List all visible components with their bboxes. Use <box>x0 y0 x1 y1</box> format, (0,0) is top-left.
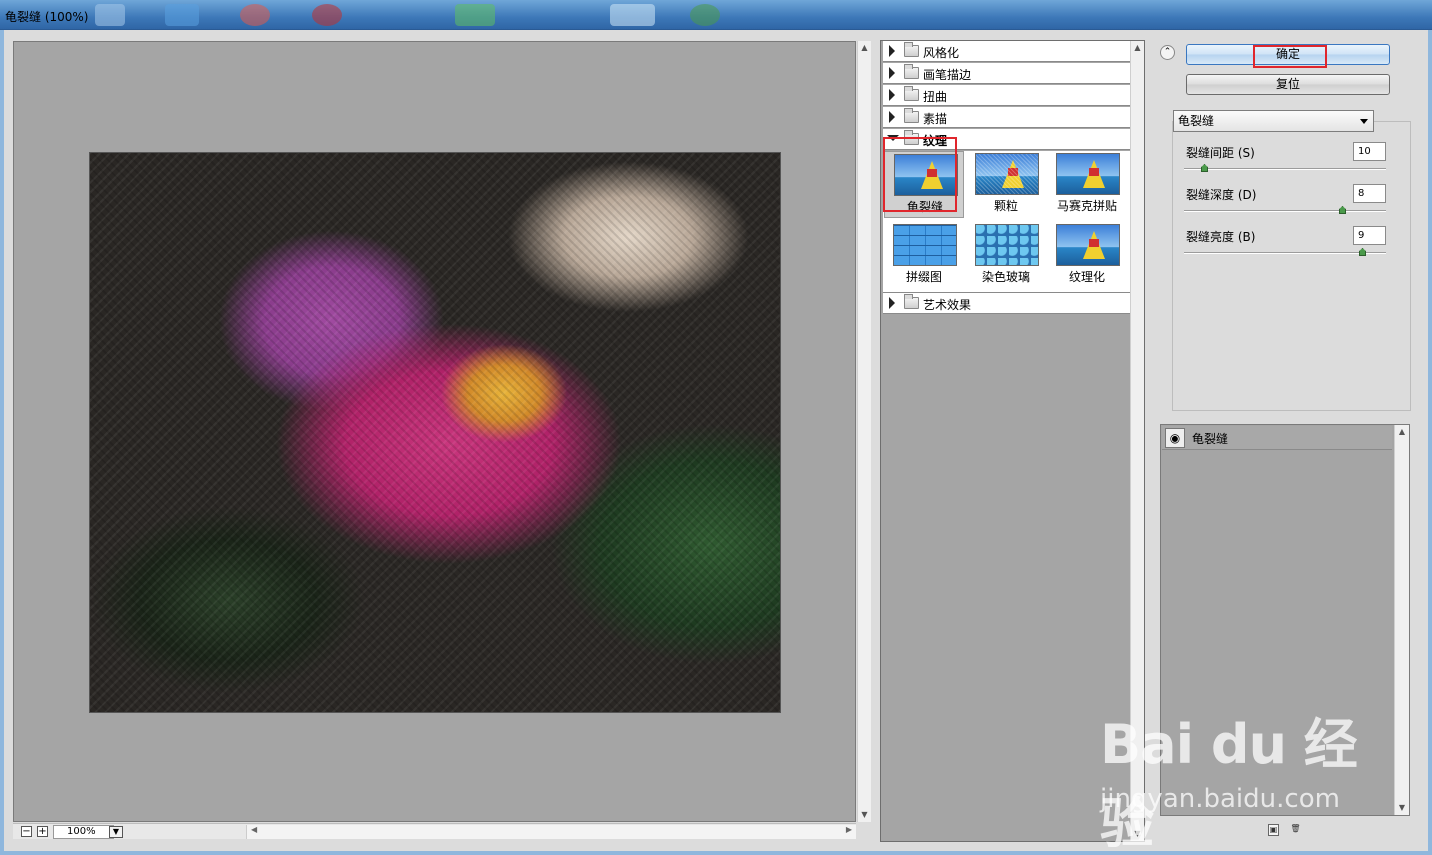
eye-icon[interactable]: ◉ <box>1165 428 1185 448</box>
category-stylize[interactable]: 风格化 <box>883 41 1130 62</box>
param-label-crack-spacing: 裂缝间距 (S) <box>1186 146 1255 160</box>
category-artistic[interactable]: 艺术效果 <box>883 293 1130 314</box>
taskbar-icon <box>165 4 199 26</box>
filter-options-panel <box>1172 121 1411 411</box>
effect-layer-row[interactable]: ◉ 龟裂缝 <box>1162 426 1392 450</box>
filter-select[interactable]: 龟裂缝 <box>1173 110 1374 132</box>
category-label: 素描 <box>923 112 948 126</box>
thumb-label: 染色玻璃 <box>981 270 1030 284</box>
thumb-stained-glass[interactable]: 染色玻璃 <box>966 222 1046 289</box>
baidu-watermark: Bai du 经验 jingyan.baidu.com <box>1100 700 1400 855</box>
thumbnail-image <box>1056 224 1120 266</box>
folder-icon <box>904 64 919 79</box>
folder-icon <box>904 86 919 101</box>
thumbnail-image <box>975 224 1039 266</box>
thumb-mosaic-tiles[interactable]: 马赛克拼贴 <box>1047 151 1127 218</box>
scroll-up-arrow-icon[interactable]: ▲ <box>1131 41 1144 55</box>
title-bar: 龟裂缝 (100%) <box>0 0 1432 30</box>
window-title: 龟裂缝 (100%) <box>5 10 89 24</box>
zoom-out-button[interactable]: − <box>21 826 32 837</box>
highlight-box <box>883 137 957 212</box>
preview-vertical-scrollbar[interactable]: ▲ ▼ <box>857 41 871 822</box>
thumb-grain[interactable]: 颗粒 <box>966 151 1046 218</box>
taskbar-icon <box>690 4 720 26</box>
taskbar-icon <box>240 4 270 26</box>
taskbar-icon <box>95 4 125 26</box>
thumb-label: 纹理化 <box>1068 270 1105 284</box>
thumb-patchwork[interactable]: 拼缀图 <box>884 222 964 289</box>
effect-layer-name: 龟裂缝 <box>1192 432 1229 446</box>
thumb-label: 马赛克拼贴 <box>1056 199 1117 213</box>
crack-depth-input[interactable]: 8 <box>1353 184 1386 203</box>
filter-select-value: 龟裂缝 <box>1178 114 1215 128</box>
expand-arrow-icon[interactable] <box>889 297 895 309</box>
crack-spacing-input[interactable]: 10 <box>1353 142 1386 161</box>
reset-button[interactable]: 复位 <box>1186 74 1390 95</box>
expand-arrow-icon[interactable] <box>889 89 895 101</box>
category-sketch[interactable]: 素描 <box>883 107 1130 128</box>
preview-canvas[interactable] <box>13 41 856 822</box>
scroll-down-arrow-icon[interactable]: ▼ <box>858 808 871 822</box>
zoom-bar: − + 100% ▼ ◀ ▶ <box>13 823 856 839</box>
expand-arrow-icon[interactable] <box>889 67 895 79</box>
taskbar-icon <box>610 4 655 26</box>
folder-icon <box>904 42 919 57</box>
param-label-crack-depth: 裂缝深度 (D) <box>1186 188 1257 202</box>
thumb-label: 颗粒 <box>993 199 1018 213</box>
scroll-left-arrow-icon[interactable]: ◀ <box>251 825 257 834</box>
category-distort[interactable]: 扭曲 <box>883 85 1130 106</box>
expand-arrow-icon[interactable] <box>889 111 895 123</box>
folder-icon <box>904 294 919 309</box>
collapse-gallery-icon[interactable]: ⌃ <box>1160 45 1175 60</box>
category-label: 风格化 <box>923 46 960 60</box>
highlight-box <box>1253 45 1327 68</box>
taskbar-icon <box>455 4 495 26</box>
thumb-texturizer[interactable]: 纹理化 <box>1047 222 1127 289</box>
scroll-up-arrow-icon[interactable]: ▲ <box>1395 425 1409 439</box>
thumbnail-image <box>975 153 1039 195</box>
thumbnail-image <box>893 224 957 266</box>
thumbnail-image <box>1056 153 1120 195</box>
folder-icon <box>904 108 919 123</box>
scroll-up-arrow-icon[interactable]: ▲ <box>858 41 871 55</box>
crack-depth-slider[interactable] <box>1184 206 1386 214</box>
category-label: 艺术效果 <box>923 298 972 312</box>
dropdown-arrow-icon[interactable] <box>1360 119 1368 124</box>
param-label-crack-brightness: 裂缝亮度 (B) <box>1186 230 1256 244</box>
category-label: 扭曲 <box>923 90 948 104</box>
zoom-dropdown-icon[interactable]: ▼ <box>109 826 123 838</box>
expand-arrow-icon[interactable] <box>889 45 895 57</box>
zoom-level-field[interactable]: 100% <box>53 825 114 839</box>
thumb-label: 拼缀图 <box>905 270 942 284</box>
taskbar-icon <box>312 4 342 26</box>
zoom-in-button[interactable]: + <box>37 826 48 837</box>
watermark-brand: Bai du 经验 <box>1100 713 1358 855</box>
crack-spacing-slider[interactable] <box>1184 164 1386 172</box>
crack-brightness-slider[interactable] <box>1184 248 1386 256</box>
preview-image <box>89 152 781 713</box>
preview-horizontal-scrollbar[interactable]: ◀ ▶ <box>246 825 856 839</box>
crack-brightness-input[interactable]: 9 <box>1353 226 1386 245</box>
scroll-right-arrow-icon[interactable]: ▶ <box>846 825 852 834</box>
category-brush-strokes[interactable]: 画笔描边 <box>883 63 1130 84</box>
category-label: 画笔描边 <box>923 68 972 82</box>
watermark-url: jingyan.baidu.com <box>1100 784 1340 814</box>
